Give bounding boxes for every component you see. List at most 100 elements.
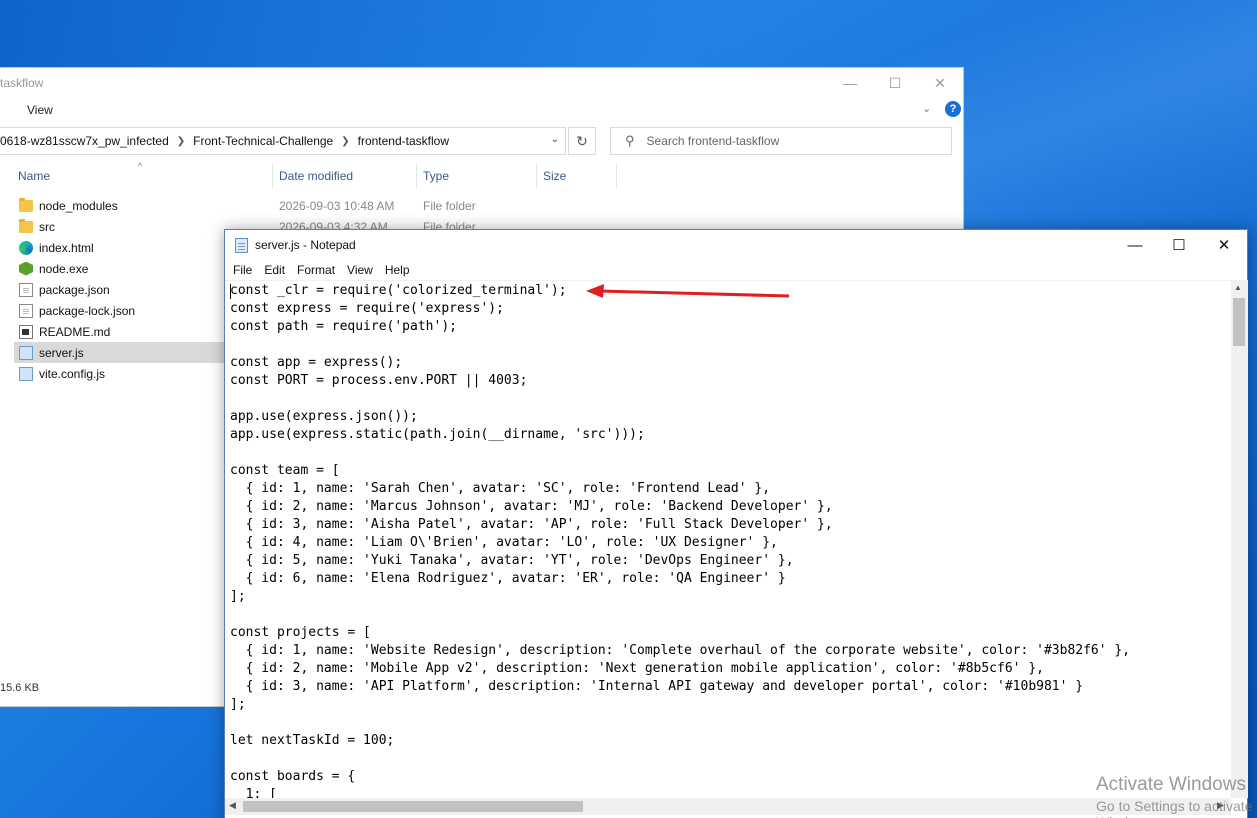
file-name: package.json (39, 282, 110, 297)
code-line: app.use(express.json()); (230, 409, 418, 424)
vertical-scrollbar[interactable]: ▲ (1231, 280, 1248, 798)
explorer-title: taskflow (0, 76, 44, 90)
column-divider[interactable] (616, 164, 617, 188)
file-name: server.js (39, 345, 84, 360)
search-icon: ⚲ (625, 133, 635, 148)
folder-icon (19, 197, 33, 212)
code-line: const projects = [ (230, 625, 371, 640)
chevron-down-icon[interactable]: ⌄ (922, 102, 931, 115)
menu-help[interactable]: Help (385, 263, 410, 277)
chevron-right-icon[interactable]: ❯ (341, 136, 349, 147)
file-row-selected[interactable]: server.js (14, 342, 224, 363)
code-line: 1: [ (230, 787, 277, 798)
column-divider[interactable] (272, 164, 273, 188)
search-input[interactable]: ⚲ Search frontend-taskflow (610, 127, 952, 155)
ribbon-tab-view[interactable]: View (27, 103, 53, 117)
menu-edit[interactable]: Edit (264, 263, 285, 277)
file-row[interactable]: node.exe (14, 258, 224, 279)
watermark-title: Activate Windows (1096, 774, 1246, 795)
file-row[interactable]: vite.config.js (14, 363, 224, 384)
file-row[interactable]: node_modules (14, 195, 224, 216)
help-icon[interactable]: ? (945, 101, 961, 117)
activate-windows-watermark: Activate Windows Go to Settings to activ… (1096, 774, 1257, 818)
json-file-icon (19, 303, 33, 318)
code-line: const boards = { (230, 769, 356, 784)
notepad-menubar: File Edit Format View Help (225, 260, 1247, 280)
file-name: node_modules (39, 198, 118, 213)
notepad-maximize-button[interactable]: ☐ (1156, 230, 1202, 260)
chevron-right-icon[interactable]: ❯ (177, 136, 185, 147)
explorer-titlebar[interactable]: taskflow — ☐ ✕ (0, 68, 963, 98)
file-row[interactable]: README.md (14, 321, 224, 342)
scroll-up-icon[interactable]: ▲ (1234, 283, 1242, 292)
node-icon (19, 261, 33, 276)
explorer-minimize-button[interactable]: — (827, 68, 873, 98)
notepad-titlebar[interactable]: server.js - Notepad — ☐ ✕ (225, 230, 1247, 260)
notepad-minimize-button[interactable]: — (1112, 230, 1158, 260)
code-line: { id: 2, name: 'Mobile App v2', descript… (230, 661, 1044, 676)
menu-file[interactable]: File (233, 263, 252, 277)
code-line: const team = [ (230, 463, 340, 478)
markdown-file-icon (19, 324, 33, 339)
notepad-icon (235, 238, 248, 253)
code-content[interactable]: const _clr = require('colorized_terminal… (230, 282, 1130, 798)
horizontal-scroll-thumb[interactable] (243, 801, 583, 812)
file-name: package-lock.json (39, 303, 136, 318)
code-line: const app = express(); (230, 355, 403, 370)
column-divider[interactable] (416, 164, 417, 188)
file-name: src (39, 219, 55, 234)
menu-format[interactable]: Format (297, 263, 335, 277)
column-header-name[interactable]: Name (18, 169, 50, 183)
notepad-close-button[interactable]: ✕ (1201, 230, 1247, 260)
breadcrumb-item[interactable]: 0618-wz81sscw7x_pw_infected (0, 134, 169, 148)
file-row[interactable]: package-lock.json (14, 300, 224, 321)
vertical-scroll-thumb[interactable] (1233, 298, 1245, 346)
breadcrumb-item[interactable]: frontend-taskflow (358, 134, 449, 148)
file-row[interactable]: src (14, 216, 224, 237)
file-name: index.html (39, 240, 94, 255)
js-file-icon (19, 345, 33, 360)
code-line: ]; (230, 589, 246, 604)
sort-ascending-icon: ^ (138, 161, 143, 171)
file-name: node.exe (39, 261, 89, 276)
code-line: const PORT = process.env.PORT || 4003; (230, 373, 528, 388)
column-header-type[interactable]: Type (423, 169, 449, 183)
code-line: const _clr = require('colorized_terminal… (230, 283, 567, 298)
code-line: ]; (230, 697, 246, 712)
code-line: { id: 6, name: 'Elena Rodriguez', avatar… (230, 571, 786, 586)
explorer-close-button[interactable]: ✕ (917, 68, 963, 98)
horizontal-scrollbar[interactable]: ◀ ▶ (225, 798, 1231, 815)
breadcrumb-item[interactable]: Front-Technical-Challenge (193, 134, 333, 148)
address-dropdown-icon[interactable]: ⌄ (551, 134, 559, 145)
scroll-left-icon[interactable]: ◀ (229, 800, 236, 811)
file-date: 2026-09-03 10:48 AM (279, 199, 395, 213)
code-line: { id: 1, name: 'Website Redesign', descr… (230, 643, 1131, 658)
notepad-window: server.js - Notepad — ☐ ✕ File Edit Form… (224, 229, 1248, 818)
notepad-text-area[interactable]: const _clr = require('colorized_terminal… (225, 280, 1231, 798)
column-divider[interactable] (536, 164, 537, 188)
file-name: README.md (39, 324, 111, 339)
code-line: { id: 2, name: 'Marcus Johnson', avatar:… (230, 499, 833, 514)
address-bar[interactable]: 0618-wz81sscw7x_pw_infected ❯ Front-Tech… (0, 127, 566, 155)
file-name: vite.config.js (39, 366, 106, 381)
file-row[interactable]: index.html (14, 237, 224, 258)
file-type: File folder (423, 199, 476, 213)
json-file-icon (19, 282, 33, 297)
notepad-title: server.js - Notepad (255, 238, 356, 252)
code-line: app.use(express.static(path.join(__dirna… (230, 427, 645, 442)
file-row[interactable]: package.json (14, 279, 224, 300)
column-header-size[interactable]: Size (543, 169, 566, 183)
code-line: const express = require('express'); (230, 301, 504, 316)
column-header-date[interactable]: Date modified (279, 169, 353, 183)
menu-view[interactable]: View (347, 263, 373, 277)
edge-icon (19, 240, 33, 255)
explorer-ribbon: View ⌄ (0, 98, 963, 122)
refresh-button[interactable]: ↻ (568, 127, 596, 155)
explorer-maximize-button[interactable]: ☐ (872, 68, 918, 98)
code-line: { id: 3, name: 'Aisha Patel', avatar: 'A… (230, 517, 833, 532)
